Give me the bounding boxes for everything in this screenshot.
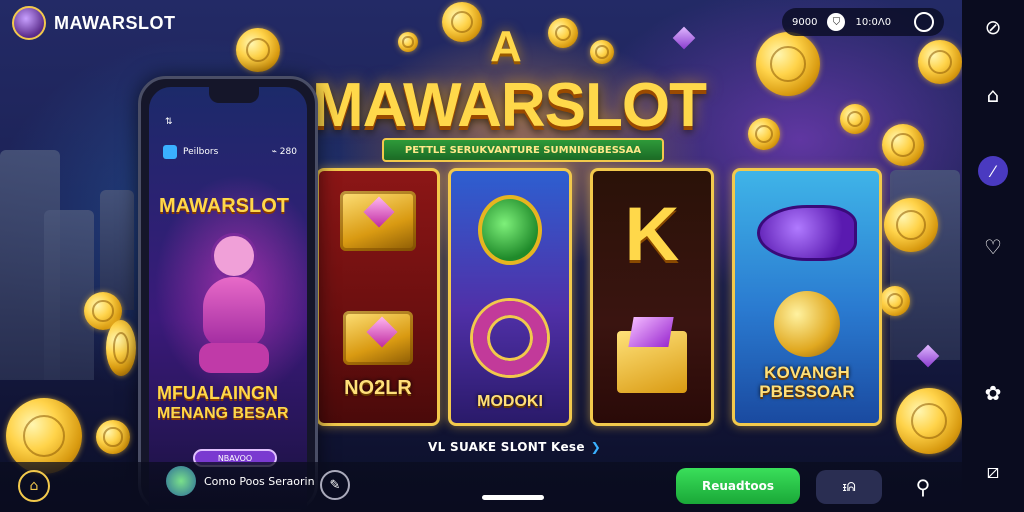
gold-coin: [590, 40, 614, 64]
edit-square-icon[interactable]: ⧄: [978, 456, 1008, 486]
gold-coin: [442, 2, 482, 42]
gift-box-symbol: [617, 331, 687, 393]
reel-label: MODOKI: [477, 393, 543, 410]
title-prefix: A: [490, 22, 522, 71]
reel-caption[interactable]: VL SUAKE SLONT Kese ❯: [428, 440, 601, 454]
phone-brand: MAWARSLOT: [159, 195, 289, 217]
slash-circle-icon[interactable]: ⁄: [978, 156, 1008, 186]
hero-head: [211, 233, 257, 279]
gold-coin: [918, 40, 962, 84]
ring-symbol: [473, 301, 547, 375]
phone-mockup: ⇅ Peilbors ⌁ 280 MAWARSLOT MFUALAINGN ME…: [138, 76, 318, 512]
gold-coin: [880, 286, 910, 316]
gold-gem-block-symbol: [340, 191, 416, 251]
phone-status-glyph: ⇅: [165, 117, 173, 127]
hero-body: [203, 277, 265, 347]
chevron-right-icon: ❯: [590, 440, 602, 454]
user-icon[interactable]: ⚲: [906, 470, 940, 504]
hero-character-image: [179, 227, 289, 377]
brand-logo-icon: [12, 6, 46, 40]
caption-text: VL SUAKE SLONT Kese: [428, 440, 585, 454]
gold-coin: [398, 32, 418, 52]
paw-icon[interactable]: ✿: [978, 378, 1008, 408]
phone-header: Peilbors ⌁ 280: [163, 145, 297, 159]
gold-coin: [236, 28, 280, 72]
gold-coin: [106, 320, 136, 376]
reel-4[interactable]: KOVANGH PBESSOAR: [732, 168, 882, 426]
heart-icon[interactable]: ♡: [978, 232, 1008, 262]
avatar[interactable]: [166, 466, 196, 496]
phone-screen: ⇅ Peilbors ⌁ 280 MAWARSLOT MFUALAINGN ME…: [149, 87, 307, 509]
gold-coin: [756, 32, 820, 96]
phone-subline: MENANG BESAR: [157, 405, 289, 422]
gold-coin: [548, 18, 578, 48]
phone-notch: [209, 87, 259, 103]
reel-label: NO2LR: [344, 377, 412, 399]
k-symbol: K: [624, 192, 680, 277]
coin-stack-symbol: [774, 291, 840, 357]
status-pill[interactable]: 9000 ⛉ 10:0Ʌ0: [782, 8, 944, 36]
compass-icon[interactable]: ⊘: [978, 12, 1008, 42]
green-action-button[interactable]: Reuadtoos: [676, 468, 800, 504]
purple-ship-symbol: [757, 205, 857, 261]
green-talisman-symbol: [478, 195, 542, 265]
gold-coin: [748, 118, 780, 150]
gold-coin: [884, 198, 938, 252]
home-icon[interactable]: ⌂: [18, 470, 50, 502]
background-rock: [890, 170, 960, 360]
home-indicator: [482, 495, 544, 500]
reel-3[interactable]: K: [590, 168, 714, 426]
dog-icon[interactable]: ⌂: [978, 80, 1008, 110]
secondary-button[interactable]: ᵻᕱ: [816, 470, 882, 504]
brand-name: MAWARSLOT: [54, 12, 176, 33]
gold-coin: [840, 104, 870, 134]
app-logo-icon: [163, 145, 177, 159]
slot-reels: NO2LR MODOKI K KOVANGH PBESSOAR: [316, 168, 882, 430]
reel-label: KOVANGH PBESSOAR: [759, 363, 855, 401]
brand[interactable]: MAWARSLOT: [12, 6, 176, 40]
phone-header-left: Peilbors: [183, 147, 219, 157]
status-right-value: 10:0Ʌ0: [855, 16, 892, 28]
phone-header-right: ⌁ 280: [271, 147, 297, 157]
pen-icon[interactable]: ✎: [320, 470, 350, 500]
gold-coin: [96, 420, 130, 454]
page-title: MAWARSLOT: [312, 71, 707, 140]
reel-1[interactable]: NO2LR: [316, 168, 440, 426]
gold-coin: [882, 124, 924, 166]
reel-2[interactable]: MODOKI: [448, 168, 572, 426]
shield-icon: ⛉: [827, 13, 846, 31]
gold-coin: [896, 388, 962, 454]
purple-gem: [672, 26, 696, 50]
hero-legs: [199, 343, 269, 373]
right-rail: ⊘ ⌂ ⁄ ♡ ✿ ⧄: [962, 0, 1024, 512]
status-left-value: 9000: [792, 16, 818, 28]
bottom-app-text: Como Poos Seraorin: [204, 475, 315, 488]
background-rock: [44, 210, 94, 380]
gold-gem-block-symbol: [343, 311, 413, 365]
subtitle-ribbon: PETTLE SERUKVANTURE SUMNINGBESSAA: [382, 138, 664, 162]
phone-headline: MFUALAINGN: [157, 383, 278, 403]
refresh-icon[interactable]: [914, 12, 934, 32]
